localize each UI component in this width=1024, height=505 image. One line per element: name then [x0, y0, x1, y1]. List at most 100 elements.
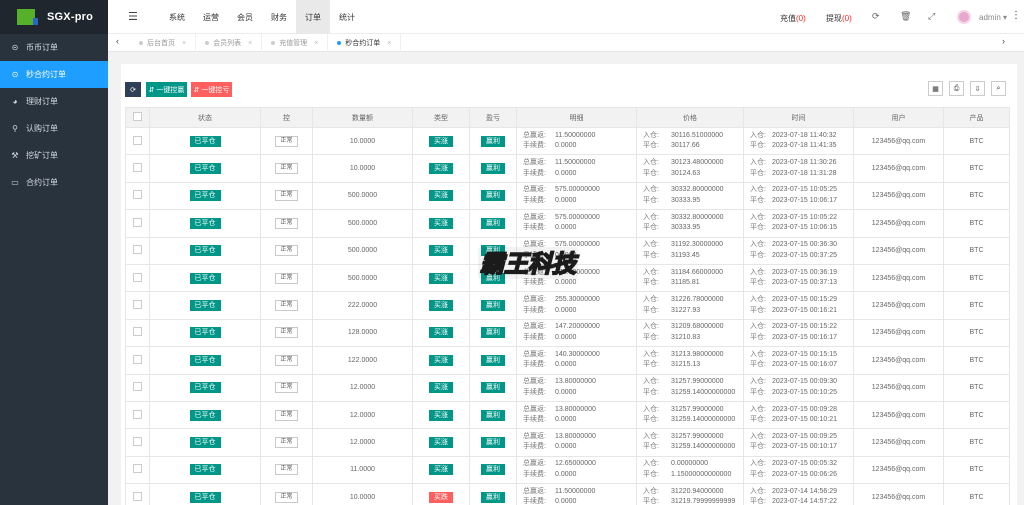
trash-icon[interactable]: 🗑	[900, 11, 911, 22]
table-row[interactable]: 已平仓 正常 10.0000 买涨 赢利 总赢返: 11.50000000 手续费: 0.000…	[125, 154, 1010, 183]
control-button[interactable]: 正常	[275, 491, 298, 503]
fullscreen-icon[interactable]: ⤢	[928, 11, 935, 22]
table-row[interactable]: 已平仓 正常 12.0000 买涨 赢利 总赢返: 13.80000000 手续费: 0.000…	[125, 373, 1010, 402]
table-row[interactable]: 已平仓 正常 222.0000 买涨 赢利 总赢返: 255.30000000 手续费: 0.0…	[125, 291, 1010, 320]
nav-item-3[interactable]: 财务	[262, 0, 296, 34]
row-checkbox[interactable]	[133, 245, 142, 255]
columns-icon[interactable]: ▦	[928, 81, 943, 96]
tab-dot-icon	[271, 41, 276, 45]
tab-right-arrow-icon[interactable]: ›	[1002, 36, 1005, 46]
row-checkbox[interactable]	[133, 409, 142, 419]
tab-3[interactable]: 秒合约订单 ×	[328, 34, 402, 52]
table-row[interactable]: 已平仓 正常 500.0000 买涨 赢利 总赢返: 575.00000000 手续费: 0.0…	[125, 209, 1010, 238]
row-checkbox[interactable]	[133, 217, 142, 227]
field-label: 入仓:	[750, 487, 766, 495]
one-click-win-button[interactable]: ⇵ 一键控赢	[146, 82, 187, 97]
field-value: 2023-07-15 00:15:15	[772, 350, 837, 358]
user-menu[interactable]: admin ▾	[979, 13, 1007, 22]
amount-cell: 122.0000	[312, 346, 413, 375]
product-value: BTC	[969, 247, 984, 255]
sidebar-item-4[interactable]: ⚒ 挖矿订单	[0, 142, 108, 169]
pnl-cell: 赢利	[469, 154, 517, 183]
control-button[interactable]: 正常	[275, 409, 298, 421]
table-row[interactable]: 已平仓 正常 500.0000 买涨 赢利 总赢返: 575.00000000 手续费: 0.0…	[125, 181, 1010, 211]
table-row[interactable]: 已平仓 正常 12.0000 买涨 赢利 总赢返: 13.80000000 手续费: 0.000…	[125, 428, 1010, 457]
control-button[interactable]: 正常	[275, 245, 298, 257]
control-button[interactable]: 正常	[275, 382, 298, 394]
control-button[interactable]: 正常	[275, 354, 298, 366]
nav-item-0[interactable]: 系统	[160, 0, 194, 34]
control-button[interactable]: 正常	[275, 464, 298, 476]
logo[interactable]: SGX-pro	[0, 0, 108, 34]
time-cell-line: 平仓: 2023-07-14 14:57:22	[750, 497, 853, 505]
status-cell: 已平仓	[149, 346, 261, 375]
nav-item-2[interactable]: 会员	[228, 0, 262, 34]
row-checkbox[interactable]	[133, 300, 142, 310]
field-value: 31209.68000000	[671, 323, 724, 331]
field-value: 31259.14000000000	[671, 388, 736, 396]
control-button[interactable]: 正常	[275, 272, 298, 284]
print-icon[interactable]: ⎙	[949, 81, 964, 96]
tab-left-arrow-icon[interactable]: ‹	[116, 36, 119, 46]
select-cell	[125, 373, 150, 402]
menu-toggle-icon[interactable]: ☰	[128, 10, 138, 23]
detail-cell-line: 总赢返: 255.30000000	[523, 295, 636, 306]
one-click-loss-button[interactable]: ⇵ 一键控亏	[191, 82, 232, 97]
select-all-cell[interactable]	[125, 107, 150, 128]
avatar[interactable]	[957, 10, 971, 24]
row-checkbox[interactable]	[133, 163, 142, 173]
table-row[interactable]: 已平仓 正常 10.0000 买跌 赢利 总赢返: 11.50000000 手续费: 0.000…	[125, 483, 1010, 505]
row-checkbox[interactable]	[133, 382, 142, 392]
sidebar-item-2[interactable]: ◕ 理财订单	[0, 88, 108, 115]
tab-2[interactable]: 充值管理 ×	[262, 34, 329, 52]
more-icon[interactable]: ⋮	[1011, 10, 1021, 21]
recharge-link[interactable]: 充值(0)	[780, 13, 806, 24]
control-button[interactable]: 正常	[275, 135, 298, 147]
control-button[interactable]: 正常	[275, 163, 298, 175]
row-checkbox[interactable]	[133, 354, 142, 364]
sidebar-item-1[interactable]: ⊙ 秒合约订单	[0, 61, 108, 88]
table-row[interactable]: 已平仓 正常 122.0000 买涨 赢利 总赢返: 140.30000000 手续费: 0.0…	[125, 346, 1010, 375]
field-label: 入仓:	[643, 131, 659, 139]
refresh-icon[interactable]: ⟳	[872, 11, 880, 22]
table-row[interactable]: 已平仓 正常 10.0000 买涨 赢利 总赢返: 11.50000000 手续费: 0.000…	[125, 126, 1010, 156]
select-all-checkbox[interactable]	[133, 112, 142, 121]
price-cell-line: 入仓: 30116.51000000	[643, 131, 743, 142]
table-row[interactable]: 已平仓 正常 128.0000 买涨 赢利 总赢返: 147.20000000 手续费: 0.0…	[125, 318, 1010, 348]
type-cell: 买涨	[412, 263, 470, 293]
user-cell: 123456@qq.com	[853, 209, 944, 238]
sidebar-item-3[interactable]: ⚲ 认购订单	[0, 115, 108, 142]
nav-item-5[interactable]: 统计	[330, 0, 364, 34]
nav-item-1[interactable]: 运营	[194, 0, 228, 34]
control-button[interactable]: 正常	[275, 217, 298, 229]
control-button[interactable]: 正常	[275, 436, 298, 448]
search-icon[interactable]: ⌕	[991, 81, 1006, 96]
tab-close-icon[interactable]: ×	[248, 40, 252, 47]
row-checkbox[interactable]	[133, 327, 142, 337]
nav-item-4[interactable]: 订单	[296, 0, 330, 34]
row-checkbox[interactable]	[133, 135, 142, 145]
sidebar-item-5[interactable]: ▭ 合约订单	[0, 169, 108, 196]
control-button[interactable]: 正常	[275, 327, 298, 339]
row-checkbox[interactable]	[133, 464, 142, 474]
sidebar-item-0[interactable]: ⊝ 币币订单	[0, 34, 108, 61]
tab-close-icon[interactable]: ×	[182, 40, 186, 47]
withdraw-link[interactable]: 提现(0)	[826, 13, 852, 24]
tab-0[interactable]: 后台首页 ×	[130, 34, 197, 52]
tab-1[interactable]: 会员列表 ×	[196, 34, 263, 52]
export-icon[interactable]: ⇩	[970, 81, 985, 96]
refresh-table-button[interactable]: ⟳	[125, 82, 141, 97]
control-button[interactable]: 正常	[275, 190, 298, 202]
table-header-row: 状态 控 数量额 类型 盈亏 明细 价格 时间 用户 产品	[125, 107, 1010, 128]
control-button[interactable]: 正常	[275, 300, 298, 312]
table-row[interactable]: 已平仓 正常 11.0000 买涨 赢利 总赢返: 12.65000000 手续费: 0.000…	[125, 455, 1010, 485]
price-cell-line: 入仓: 31226.78000000	[643, 295, 743, 306]
row-checkbox[interactable]	[133, 436, 142, 446]
tab-close-icon[interactable]: ×	[387, 40, 391, 47]
tab-close-icon[interactable]: ×	[314, 40, 318, 47]
row-checkbox[interactable]	[133, 272, 142, 282]
row-checkbox[interactable]	[133, 491, 142, 501]
row-checkbox[interactable]	[133, 190, 142, 200]
user-cell: 123456@qq.com	[853, 126, 944, 156]
table-row[interactable]: 已平仓 正常 12.0000 买涨 赢利 总赢返: 13.80000000 手续费: 0.000…	[125, 400, 1010, 430]
